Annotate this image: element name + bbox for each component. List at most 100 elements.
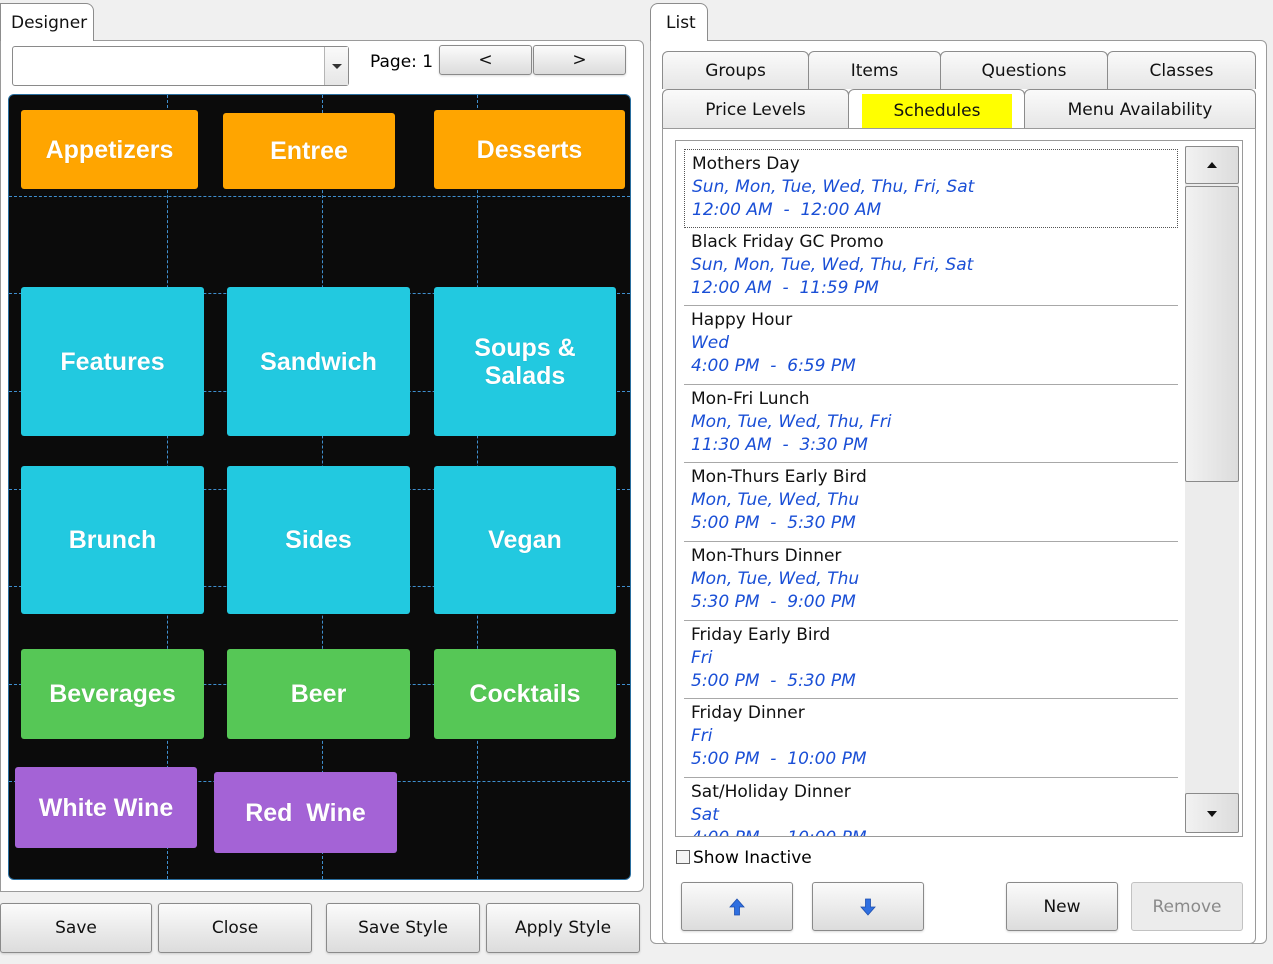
schedule-row[interactable]: Mothers Day Sun, Mon, Tue, Wed, Thu, Fri… bbox=[684, 149, 1178, 228]
schedule-days: Mon, Tue, Wed, Thu bbox=[691, 490, 860, 511]
schedule-days: Wed bbox=[691, 333, 730, 354]
next-page-label: > bbox=[572, 50, 587, 70]
schedule-time: 5:30 PM - 9:00 PM bbox=[691, 592, 856, 612]
move-up-button[interactable] bbox=[681, 882, 793, 931]
tab-menu-availability[interactable]: Menu Availability bbox=[1024, 89, 1256, 129]
schedule-days: Fri bbox=[691, 647, 713, 668]
schedule-days: Fri bbox=[691, 726, 713, 747]
tile-beer[interactable]: Beer bbox=[227, 649, 410, 739]
tile-beverages[interactable]: Beverages bbox=[21, 649, 204, 739]
page-label: Page: 1 bbox=[370, 52, 434, 72]
close-button[interactable]: Close bbox=[158, 903, 312, 953]
tab-price-levels[interactable]: Price Levels bbox=[662, 89, 849, 129]
schedule-row[interactable]: Happy Hour Wed 4:00 PM - 6:59 PM bbox=[684, 306, 1178, 385]
page-dropdown[interactable] bbox=[12, 46, 349, 86]
schedule-list[interactable]: Mothers Day Sun, Mon, Tue, Wed, Thu, Fri… bbox=[675, 140, 1243, 837]
tile-soups-salads[interactable]: Soups & Salads bbox=[434, 287, 616, 436]
next-page-button[interactable]: > bbox=[533, 45, 626, 75]
remove-button-label: Remove bbox=[1152, 896, 1222, 917]
tab-classes-label: Classes bbox=[1149, 60, 1214, 81]
new-button[interactable]: New bbox=[1006, 882, 1118, 931]
arrow-down-icon bbox=[860, 898, 876, 916]
tab-list[interactable]: List bbox=[650, 3, 708, 41]
arrow-up-icon bbox=[729, 897, 745, 915]
schedule-name: Mon-Fri Lunch bbox=[691, 388, 810, 409]
schedule-row[interactable]: Friday Dinner Fri 5:00 PM - 10:00 PM bbox=[684, 699, 1178, 778]
tab-designer-label: Designer bbox=[11, 12, 88, 33]
tile-appetizers[interactable]: Appetizers bbox=[21, 110, 198, 189]
tab-list-label: List bbox=[666, 12, 696, 33]
scrollbar-thumb[interactable] bbox=[1185, 186, 1239, 482]
schedule-name: Black Friday GC Promo bbox=[691, 231, 884, 252]
schedule-time: 12:00 AM - 11:59 PM bbox=[691, 277, 879, 298]
schedule-time: 12:00 AM - 12:00 AM bbox=[692, 200, 882, 220]
schedule-days: Mon, Tue, Wed, Thu bbox=[691, 569, 860, 589]
schedule-row[interactable]: Mon-Thurs Dinner Mon, Tue, Wed, Thu 5:30… bbox=[684, 542, 1178, 621]
schedule-days: Sat bbox=[691, 804, 719, 825]
tab-items-label: Items bbox=[850, 60, 899, 81]
schedule-time: 4:00 PM - 10:00 PM bbox=[691, 827, 1178, 836]
tile-desserts[interactable]: Desserts bbox=[434, 110, 625, 189]
remove-button[interactable]: Remove bbox=[1131, 882, 1243, 931]
schedule-time: 5:00 PM - 5:30 PM bbox=[691, 513, 856, 534]
schedule-row[interactable]: Black Friday GC Promo Sun, Mon, Tue, Wed… bbox=[684, 228, 1178, 307]
tab-schedules-highlight: Schedules bbox=[862, 94, 1012, 128]
schedule-row[interactable]: Mon-Fri Lunch Mon, Tue, Wed, Thu, Fri 11… bbox=[684, 385, 1178, 464]
show-inactive-checkbox[interactable] bbox=[676, 850, 690, 864]
tile-cocktails[interactable]: Cocktails bbox=[434, 649, 616, 739]
tile-white-wine[interactable]: White Wine bbox=[15, 767, 197, 848]
save-button-label: Save bbox=[55, 918, 97, 938]
scroll-up-button[interactable] bbox=[1185, 146, 1239, 184]
move-down-button[interactable] bbox=[812, 882, 924, 931]
schedule-name: Happy Hour bbox=[691, 310, 793, 331]
tab-items[interactable]: Items bbox=[808, 51, 941, 89]
tab-groups[interactable]: Groups bbox=[662, 51, 809, 89]
apply-style-button[interactable]: Apply Style bbox=[486, 903, 640, 953]
schedule-row[interactable]: Sat/Holiday Dinner Sat 4:00 PM - 10:00 P… bbox=[684, 778, 1178, 836]
tab-schedules[interactable]: Schedules bbox=[848, 89, 1025, 129]
save-style-button-label: Save Style bbox=[358, 918, 448, 938]
schedule-time: 5:00 PM - 10:00 PM bbox=[691, 749, 867, 770]
schedule-days: Sun, Mon, Tue, Wed, Thu, Fri, Sat bbox=[692, 177, 975, 197]
new-button-label: New bbox=[1043, 896, 1081, 917]
prev-page-button[interactable]: < bbox=[439, 45, 532, 75]
schedule-name: Friday Dinner bbox=[691, 703, 805, 724]
save-button[interactable]: Save bbox=[0, 903, 152, 953]
tile-features[interactable]: Features bbox=[21, 287, 204, 436]
designer-canvas[interactable]: Appetizers Entree Desserts Features Sand… bbox=[8, 94, 631, 880]
tab-classes[interactable]: Classes bbox=[1107, 51, 1256, 89]
close-button-label: Close bbox=[211, 918, 259, 938]
schedule-row[interactable]: Friday Early Bird Fri 5:00 PM - 5:30 PM bbox=[684, 621, 1178, 700]
schedule-name: Sat/Holiday Dinner bbox=[691, 781, 851, 802]
save-style-button[interactable]: Save Style bbox=[326, 903, 480, 953]
scroll-down-button[interactable] bbox=[1185, 793, 1239, 833]
tab-designer[interactable]: Designer bbox=[0, 3, 94, 41]
tab-schedules-label: Schedules bbox=[893, 101, 981, 121]
triangle-down-icon bbox=[1207, 811, 1217, 817]
schedule-name: Friday Early Bird bbox=[691, 624, 831, 645]
tab-groups-label: Groups bbox=[705, 60, 766, 81]
schedule-time: 11:30 AM - 3:30 PM bbox=[691, 434, 868, 455]
schedule-row[interactable]: Mon-Thurs Early Bird Mon, Tue, Wed, Thu … bbox=[684, 463, 1178, 542]
schedule-time: 4:00 PM - 6:59 PM bbox=[691, 356, 856, 377]
schedule-time: 5:00 PM - 5:30 PM bbox=[691, 670, 856, 691]
triangle-up-icon bbox=[1207, 162, 1217, 168]
schedule-name: Mon-Thurs Early Bird bbox=[691, 467, 867, 488]
tile-red-wine[interactable]: Red Wine bbox=[214, 772, 397, 853]
tab-menu-availability-label: Menu Availability bbox=[1067, 99, 1213, 120]
schedule-name: Mothers Day bbox=[692, 154, 800, 174]
tab-questions[interactable]: Questions bbox=[940, 51, 1108, 89]
tile-sides[interactable]: Sides bbox=[227, 466, 410, 614]
dropdown-toggle[interactable] bbox=[324, 47, 348, 85]
schedule-days: Sun, Mon, Tue, Wed, Thu, Fri, Sat bbox=[691, 254, 974, 275]
tile-sandwich[interactable]: Sandwich bbox=[227, 287, 410, 436]
chevron-down-icon bbox=[332, 64, 342, 69]
tab-questions-label: Questions bbox=[981, 60, 1067, 81]
schedule-name: Mon-Thurs Dinner bbox=[691, 546, 842, 566]
apply-style-button-label: Apply Style bbox=[514, 918, 612, 938]
grid-line bbox=[9, 196, 630, 197]
tab-price-levels-label: Price Levels bbox=[705, 99, 806, 120]
tile-entree[interactable]: Entree bbox=[223, 113, 395, 189]
tile-brunch[interactable]: Brunch bbox=[21, 466, 204, 614]
tile-vegan[interactable]: Vegan bbox=[434, 466, 616, 614]
